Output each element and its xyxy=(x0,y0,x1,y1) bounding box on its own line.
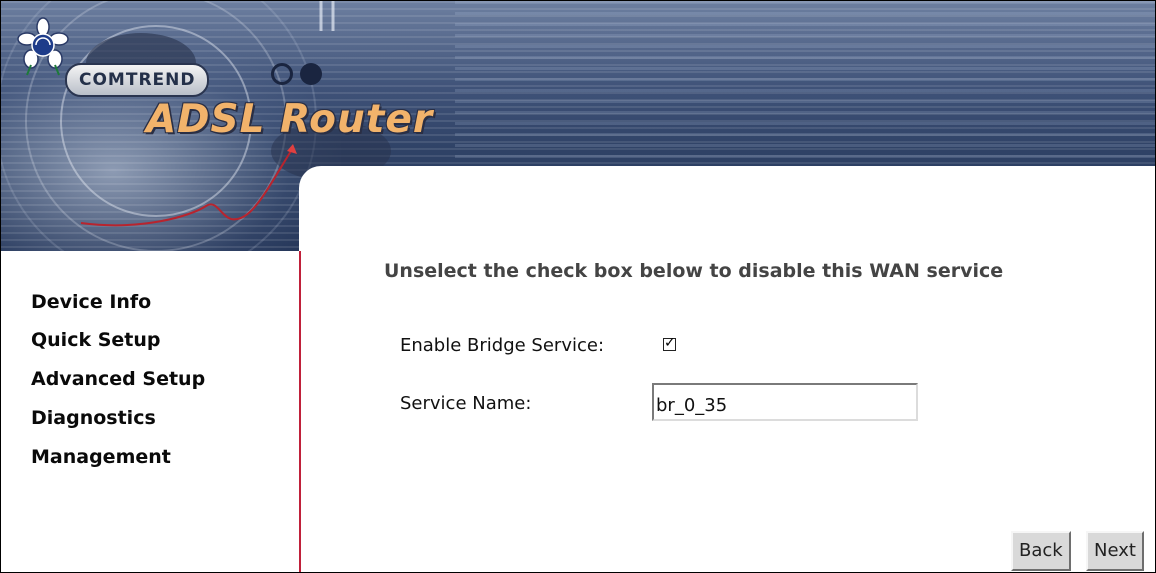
service-name-label: Service Name: xyxy=(400,393,532,414)
enable-bridge-label: Enable Bridge Service: xyxy=(400,335,605,356)
page-frame: COMTREND ADSL Router Device Info Quick S… xyxy=(0,0,1156,573)
content-panel xyxy=(299,166,1155,572)
page-heading: Unselect the check box below to disable … xyxy=(384,260,1004,282)
nav-item-management[interactable]: Management xyxy=(31,446,171,468)
service-name-input[interactable] xyxy=(652,383,918,421)
enable-bridge-checkbox[interactable]: ✓ xyxy=(663,335,676,351)
sidebar: Device Info Quick Setup Advanced Setup D… xyxy=(1,251,299,572)
sidebar-divider xyxy=(299,251,301,572)
product-title: ADSL Router xyxy=(146,97,434,142)
back-button[interactable]: Back xyxy=(1011,531,1071,571)
next-button[interactable]: Next xyxy=(1086,531,1144,571)
filled-circle-icon xyxy=(300,63,323,85)
checkmark-icon: ✓ xyxy=(664,335,676,351)
hollow-circle-icon xyxy=(271,63,293,85)
nav-item-quick-setup[interactable]: Quick Setup xyxy=(31,329,160,351)
nav-item-diagnostics[interactable]: Diagnostics xyxy=(31,407,156,429)
comtrend-flower-logo-icon xyxy=(17,17,69,76)
brand-logo-text: COMTREND xyxy=(65,63,210,97)
nav-item-device-info[interactable]: Device Info xyxy=(31,291,151,313)
brand-circles xyxy=(271,63,324,89)
nav-item-advanced-setup[interactable]: Advanced Setup xyxy=(31,368,205,390)
